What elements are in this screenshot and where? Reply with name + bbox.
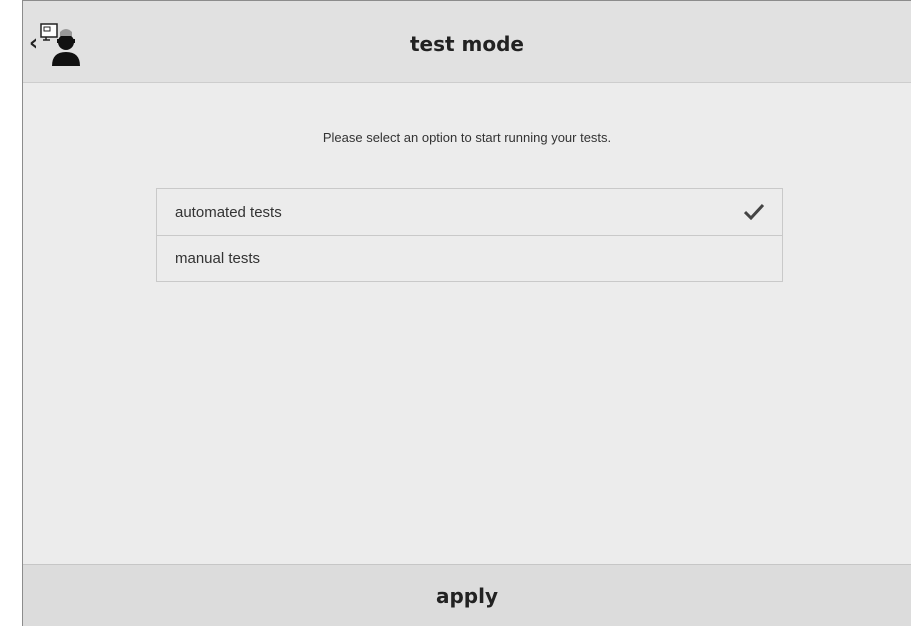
instruction-text: Please select an option to start running… bbox=[322, 130, 612, 145]
app-window: ‹ test mode Please select an option to s… bbox=[22, 0, 911, 626]
option-label: manual tests bbox=[175, 250, 261, 267]
header-bar: ‹ test mode bbox=[23, 1, 911, 83]
page-title: test mode bbox=[409, 32, 524, 56]
apply-button[interactable]: apply bbox=[23, 564, 911, 626]
checkmark-icon bbox=[744, 204, 764, 220]
option-automated-tests[interactable]: automated tests bbox=[157, 189, 782, 235]
apply-label: apply bbox=[435, 583, 499, 608]
option-manual-tests[interactable]: manual tests bbox=[157, 235, 782, 281]
test-mode-options: automated tests manual tests bbox=[156, 188, 783, 282]
option-label: automated tests bbox=[175, 203, 282, 221]
